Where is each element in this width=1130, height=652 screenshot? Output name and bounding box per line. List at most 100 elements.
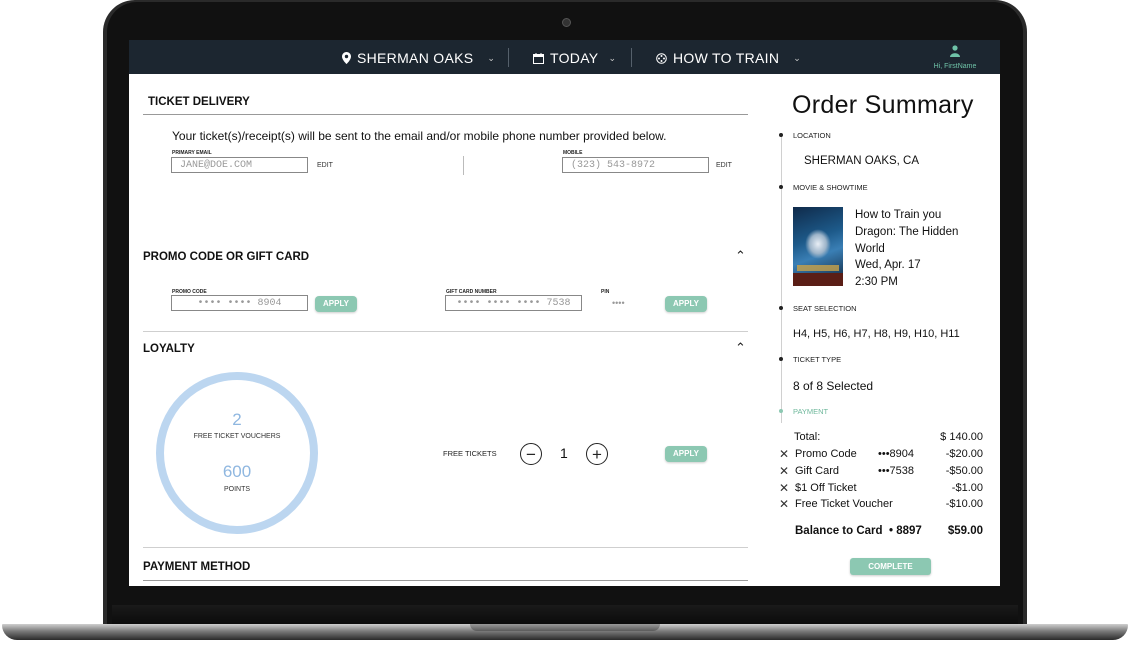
payment-item-name: Gift Card	[795, 465, 840, 477]
mobile-field[interactable]: (323) 543-8972	[562, 157, 709, 173]
remove-promo-close-icon[interactable]: ✕	[779, 447, 789, 461]
balance-value: $59.00	[947, 525, 983, 537]
points-count: 600	[222, 462, 252, 481]
timeline-dot	[779, 133, 783, 137]
payment-item-name: $1 Off Ticket	[795, 482, 857, 494]
timeline-dot	[779, 357, 783, 361]
timeline-dot	[779, 185, 783, 189]
location-value: SHERMAN OAKS, CA	[804, 155, 920, 167]
pin-label: PIN	[601, 289, 610, 295]
payment-section-label: PAYMENT	[793, 407, 829, 416]
payment-item-ref: •••7538	[878, 465, 915, 477]
movie-title-line: Dragon: The Hidden	[855, 225, 959, 238]
divider	[143, 114, 748, 115]
payment-item-amount: -$1.00	[951, 482, 983, 494]
divider	[143, 580, 748, 581]
movie-date: Wed, Apr. 17	[855, 259, 921, 272]
ticket-type-value: 8 of 8 Selected	[793, 379, 874, 393]
balance-label: Balance to Card	[795, 525, 883, 537]
free-tickets-label: FREE TICKETS	[443, 449, 497, 458]
movie-title-line: World	[855, 242, 885, 255]
location-label: SHERMAN OAKS	[357, 50, 474, 66]
collapse-promo-chevron-up-icon[interactable]: ⌃	[735, 248, 746, 264]
points-label: POINTS	[223, 486, 251, 493]
plus-icon: +	[592, 444, 602, 464]
screen: SHERMAN OAKS ⌄ TODAY ⌄ HOW TO TRAIN ⌄ Hi…	[129, 40, 1000, 586]
divider	[143, 331, 748, 332]
quantity-value: 1	[560, 445, 568, 461]
total-label: Total:	[794, 431, 821, 443]
remove-gift-card-close-icon[interactable]: ✕	[779, 464, 789, 478]
promo-heading: PROMO CODE OR GIFT CARD	[143, 251, 310, 263]
balance-card-ref: • 8897	[889, 525, 922, 537]
movie-time: 2:30 PM	[855, 276, 898, 289]
divider	[143, 547, 748, 548]
mobile-label: MOBILE	[563, 150, 583, 156]
seat-section-label: SEAT SELECTION	[793, 304, 857, 313]
laptop-base-notch	[470, 624, 660, 631]
collapse-loyalty-chevron-up-icon[interactable]: ⌃	[735, 340, 746, 356]
user-menu[interactable]: Hi, FirstName	[925, 44, 985, 70]
movie-label: HOW TO TRAIN	[673, 50, 780, 66]
payment-item-name: Promo Code	[795, 448, 857, 460]
movie-details: How to Train you Dragon: The Hidden Worl…	[855, 207, 958, 291]
user-icon	[950, 45, 960, 57]
payment-item-amount: -$10.00	[945, 498, 983, 510]
webcam	[562, 18, 571, 27]
vouchers-count: 2	[232, 410, 242, 429]
location-pin-icon	[342, 52, 351, 64]
chevron-down-icon: ⌄	[793, 52, 802, 63]
seat-value: H4, H5, H6, H7, H8, H9, H10, H11	[793, 328, 960, 340]
ticket-delivery-heading: TICKET DELIVERY	[148, 96, 250, 108]
edit-mobile-link[interactable]: EDIT	[716, 162, 732, 169]
film-reel-icon	[656, 52, 667, 64]
apply-gift-card-button[interactable]: APPLY	[665, 296, 707, 312]
chevron-down-icon: ⌄	[487, 52, 496, 63]
movie-poster	[793, 207, 843, 286]
total-value: $ 140.00	[940, 431, 983, 443]
order-summary-title: Order Summary	[792, 91, 974, 119]
increase-quantity-button[interactable]: +	[586, 443, 608, 465]
remove-voucher-close-icon[interactable]: ✕	[779, 497, 789, 511]
movie-section-label: MOVIE & SHOWTIME	[793, 183, 868, 192]
loyalty-heading: LOYALTY	[143, 343, 195, 355]
email-label: PRIMARY EMAIL	[172, 150, 212, 156]
payment-item-ref: •••8904	[878, 448, 915, 460]
laptop-hinge	[112, 605, 1018, 625]
remove-discount-close-icon[interactable]: ✕	[779, 481, 789, 495]
edit-email-link[interactable]: EDIT	[317, 162, 333, 169]
date-selector[interactable]: TODAY ⌄	[533, 49, 616, 67]
date-label: TODAY	[550, 50, 599, 66]
location-selector[interactable]: SHERMAN OAKS ⌄	[342, 49, 495, 67]
payment-method-heading: PAYMENT METHOD	[143, 561, 251, 573]
payment-item-amount: -$20.00	[945, 448, 983, 460]
gift-card-field[interactable]: •••• •••• •••• 7538	[445, 295, 582, 311]
movie-selector[interactable]: HOW TO TRAIN ⌄	[656, 49, 801, 67]
loyalty-ring	[156, 372, 318, 534]
apply-promo-button[interactable]: APPLY	[315, 296, 357, 312]
chevron-down-icon: ⌄	[608, 52, 617, 63]
summary-timeline	[781, 133, 782, 423]
delivery-description: Your ticket(s)/receipt(s) will be sent t…	[172, 129, 667, 143]
top-nav: SHERMAN OAKS ⌄ TODAY ⌄ HOW TO TRAIN ⌄ Hi…	[129, 40, 1000, 74]
vouchers-label: FREE TICKET VOUCHERS	[193, 433, 281, 440]
pin-field[interactable]: ••••	[612, 298, 625, 308]
complete-button[interactable]: COMPLETE	[850, 558, 931, 575]
nav-divider	[631, 48, 632, 67]
apply-loyalty-button[interactable]: APPLY	[665, 446, 707, 462]
location-section-label: LOCATION	[793, 131, 831, 140]
calendar-icon	[533, 52, 544, 64]
timeline-dot-active	[779, 409, 783, 413]
movie-title-line: How to Train you	[855, 209, 942, 221]
payment-item-name: Free Ticket Voucher	[795, 498, 893, 510]
decrease-quantity-button[interactable]: −	[520, 443, 542, 465]
user-greeting: Hi, FirstName	[933, 63, 977, 70]
payment-item-amount: -$50.00	[945, 465, 983, 477]
email-field[interactable]: JANE@DOE.COM	[171, 157, 308, 173]
nav-divider	[508, 48, 509, 67]
field-divider	[463, 156, 464, 175]
ticket-type-section-label: TICKET TYPE	[793, 355, 842, 364]
timeline-dot	[779, 306, 783, 310]
promo-code-field[interactable]: •••• •••• 8904	[171, 295, 308, 311]
minus-icon: −	[526, 444, 536, 464]
